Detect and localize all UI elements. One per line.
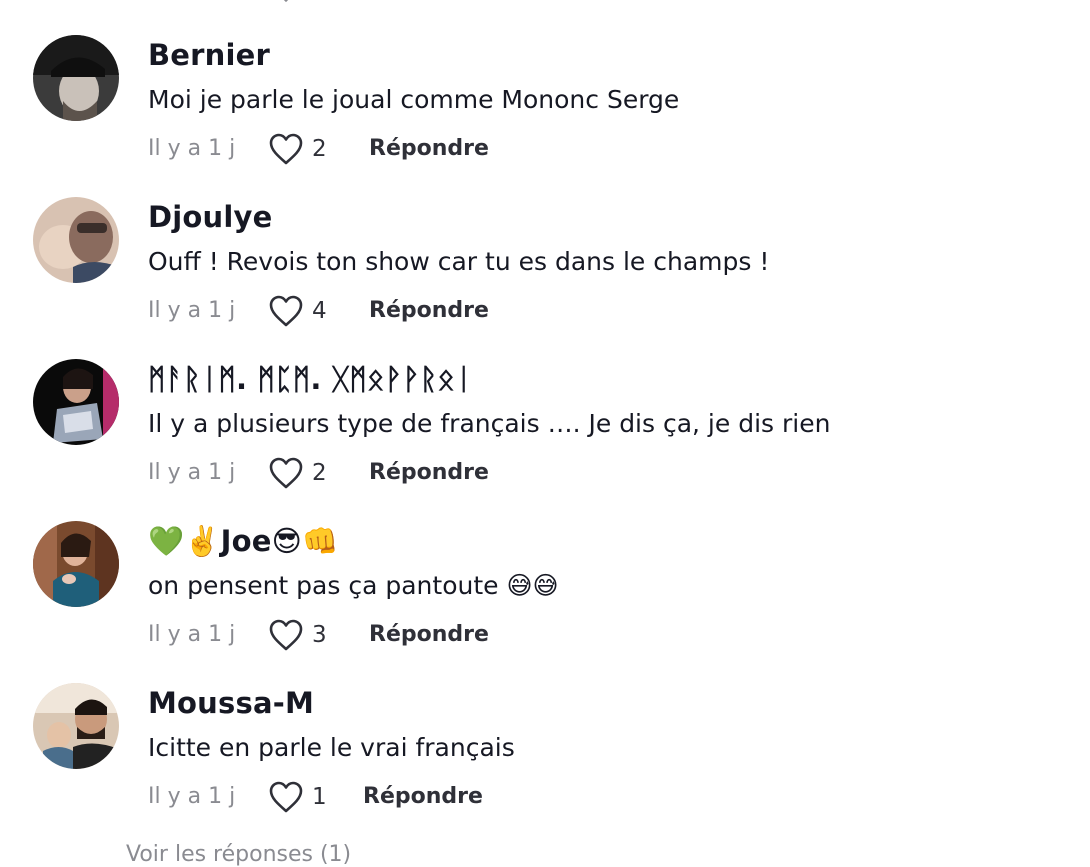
comment-text: Il y a plusieurs type de français …. Je … <box>148 409 831 438</box>
comment-text: Icitte en parle le vrai français <box>148 733 515 762</box>
comment-item: 💚✌️Joe😎👊 on pensent pas ça pantoute 😅😅 I… <box>0 486 1090 651</box>
username[interactable]: 💚✌️Joe😎👊 <box>148 524 338 559</box>
comment-meta: Il y a 1 j 1 Répondre <box>148 778 648 818</box>
avatar[interactable] <box>33 35 119 121</box>
comment-text: Moi je parle le joual comme Mononc Serge <box>148 85 680 114</box>
timestamp: Il y a 1 j <box>148 298 236 323</box>
heart-icon <box>269 619 303 651</box>
heart-icon <box>269 133 303 165</box>
comment-item: Bernier Moi je parle le joual comme Mono… <box>0 0 1090 165</box>
like-count: 2 <box>312 136 327 162</box>
reply-button[interactable]: Répondre <box>363 784 483 809</box>
view-replies-link[interactable]: Voir les réponses (1) <box>126 842 351 867</box>
heart-icon <box>269 295 303 327</box>
comment-text: Ouff ! Revois ton show car tu es dans le… <box>148 247 770 276</box>
reply-button[interactable]: Répondre <box>369 136 489 161</box>
heart-icon <box>269 781 303 813</box>
reply-button[interactable]: Répondre <box>369 298 489 323</box>
avatar[interactable] <box>33 197 119 283</box>
like-count: 4 <box>312 298 327 324</box>
timestamp: Il y a 1 j <box>148 622 236 647</box>
username[interactable]: Bernier <box>148 38 270 72</box>
comment-item: ᛗᚨᚱᛁᛗ. ᛗᛈᛗ. ᚷᛗᛟᚹᚹᚱᛟᛁ Il y a plusieurs ty… <box>0 324 1090 489</box>
username[interactable]: Moussa-M <box>148 686 314 720</box>
timestamp: Il y a 1 j <box>148 460 236 485</box>
reply-button[interactable]: Répondre <box>369 622 489 647</box>
like-count: 3 <box>312 622 327 648</box>
avatar[interactable] <box>33 521 119 607</box>
like-count: 2 <box>312 460 327 486</box>
comment-item: Djoulye Ouff ! Revois ton show car tu es… <box>0 162 1090 327</box>
avatar[interactable] <box>33 359 119 445</box>
reply-button[interactable]: Répondre <box>369 460 489 485</box>
username[interactable]: ᛗᚨᚱᛁᛗ. ᛗᛈᛗ. ᚷᛗᛟᚹᚹᚱᛟᛁ <box>148 362 473 396</box>
comment-text: on pensent pas ça pantoute 😅😅 <box>148 571 559 600</box>
like-count: 1 <box>312 784 327 810</box>
username[interactable]: Djoulye <box>148 200 273 234</box>
heart-icon <box>269 457 303 489</box>
like-button[interactable]: 1 <box>268 778 348 818</box>
avatar[interactable] <box>33 683 119 769</box>
timestamp: Il y a 1 j <box>148 136 236 161</box>
timestamp: Il y a 1 j <box>148 784 236 809</box>
comment-item: Moussa-M Icitte en parle le vrai françai… <box>0 648 1090 813</box>
